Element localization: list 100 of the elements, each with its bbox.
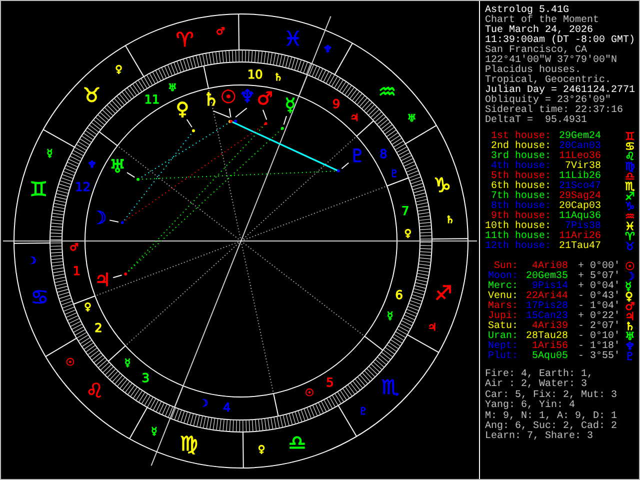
house-cusp: 7Pis38 xyxy=(564,222,601,232)
sign-glyph: ♎ xyxy=(625,172,635,182)
house-label: 6th house: xyxy=(490,182,551,192)
planet-speed: + 0°00' xyxy=(578,262,622,272)
zodiac-sign-glyph: ♋ xyxy=(30,285,49,310)
summary-line: Yang: 6, Yin: 4 xyxy=(485,401,576,412)
sign-glyph: ♌ xyxy=(625,152,635,162)
planet-glyph: ☿ xyxy=(625,282,632,292)
house-number: 12 xyxy=(75,180,91,194)
ruler-glyph: ♂ xyxy=(216,26,225,38)
ruler-glyph: ♅ xyxy=(168,83,178,94)
planet-glyph: ♅ xyxy=(110,156,126,178)
house-label: 10th house: xyxy=(485,222,551,232)
planet-glyph: ♆ xyxy=(625,342,635,352)
house-cusp: 11Lib26 xyxy=(558,172,601,182)
ruler-glyph: ♅ xyxy=(407,113,416,124)
ruler-glyph: ♇ xyxy=(358,406,368,418)
house-cusp: 20Cap03 xyxy=(558,202,601,212)
planet-speed: - 0°10' xyxy=(578,332,622,342)
summary-line: Fire: 4, Earth: 1, xyxy=(485,370,594,380)
planet-name: Satu: xyxy=(486,322,518,332)
sign-glyph: ♋ xyxy=(625,142,635,152)
ruler-glyph: ♀ xyxy=(115,64,122,76)
planet-glyph: ♆ xyxy=(239,86,256,108)
planet-glyph: ♃ xyxy=(94,270,111,292)
planet-glyph: ♇ xyxy=(625,352,635,362)
house-number: 2 xyxy=(94,321,102,336)
house-cusp: 21Sco47 xyxy=(558,182,601,192)
ruler-glyph: ☉ xyxy=(304,388,314,399)
position-dot xyxy=(136,178,140,181)
house-number: 4 xyxy=(223,400,231,414)
zodiac-sign-glyph: ♈ xyxy=(176,28,194,52)
planet-speed: - 0°43' xyxy=(578,292,622,302)
planet-glyph: ♄ xyxy=(625,322,635,332)
zodiac-sign-glyph: ♎ xyxy=(288,430,306,454)
summary-line: Air : 2, Water: 3 xyxy=(485,380,588,390)
house-cusp: 7Vir38 xyxy=(564,162,601,172)
planet-position: 22Ari44 xyxy=(524,292,568,302)
sign-glyph: ♐ xyxy=(625,192,635,202)
house-label: 8th house: xyxy=(490,202,551,212)
info-line: Obliquity = 23°26'09" xyxy=(485,96,612,106)
house-label: 9th house: xyxy=(490,212,551,222)
planet-glyph: ♀ xyxy=(625,292,634,302)
planet-position: 9Pis14 xyxy=(532,282,568,292)
planet-glyph: ♅ xyxy=(625,332,635,342)
ruler-glyph: ☿ xyxy=(46,148,53,160)
ruler-glyph: ☿ xyxy=(151,426,158,438)
planet-glyph: ♂ xyxy=(256,88,273,110)
planet-position: 17Pis28 xyxy=(524,302,568,312)
zodiac-sign-glyph: ♉ xyxy=(82,82,101,107)
planet-glyph: ☽ xyxy=(625,272,635,282)
ruler-glyph: ☿ xyxy=(124,358,131,370)
house-number: 10 xyxy=(248,68,263,82)
house-number: 1 xyxy=(72,264,81,278)
house-cusp: 21Tau47 xyxy=(558,242,601,252)
summary-line: M: 9, N: 1, A: 9, D: 1 xyxy=(485,412,618,422)
info-line: Astrolog 5.41G xyxy=(485,6,570,16)
planet-position: 4Ari08 xyxy=(532,262,568,272)
summary-line: Ang: 6, Suc: 2, Cad: 2 xyxy=(485,422,618,432)
ruler-glyph: ♇ xyxy=(390,169,399,180)
position-dot xyxy=(264,122,268,126)
ruler-glyph: ♆ xyxy=(323,44,332,56)
house-number: 6 xyxy=(395,288,403,302)
sign-glyph: ♒ xyxy=(625,212,635,222)
house-label: 7th house: xyxy=(490,192,551,202)
house-label: 12th house: xyxy=(485,242,551,252)
ruler-glyph: ♆ xyxy=(87,160,96,172)
planet-glyph: ☿ xyxy=(284,95,296,116)
planet-speed: - 1°04' xyxy=(578,302,622,312)
planet-glyph: ♀ xyxy=(176,98,190,120)
info-line: Tropical, Geocentric. xyxy=(485,76,612,86)
summary-line: Car: 5, Fix: 2, Mut: 3 xyxy=(485,390,618,401)
planet-name: Merc: xyxy=(486,282,518,292)
planet-glyph: ☉ xyxy=(625,262,635,272)
house-number: 5 xyxy=(326,375,334,390)
planet-glyph: ♄ xyxy=(203,90,220,111)
info-line: Tue March 24, 2026 xyxy=(485,26,594,36)
sign-glyph: ♏ xyxy=(625,182,635,192)
zodiac-sign-glyph: ♊ xyxy=(30,177,48,202)
ruler-glyph: ☿ xyxy=(386,310,394,322)
zodiac-sign-glyph: ♒ xyxy=(378,80,396,104)
zodiac-sign-glyph: ♐ xyxy=(434,280,452,305)
house-number: 11 xyxy=(144,92,160,107)
house-label: 5th house: xyxy=(490,172,551,182)
info-line: Chart of the Moment xyxy=(485,16,600,26)
sign-glyph: ♓ xyxy=(625,222,635,232)
ruler-glyph: ♃ xyxy=(350,112,359,124)
planet-position: 1Ari56 xyxy=(530,342,568,352)
house-cusp: 11Aqu36 xyxy=(558,212,601,222)
planet-name: Mars: xyxy=(486,302,518,312)
planet-glyph: ♃ xyxy=(625,312,635,322)
position-dot xyxy=(124,272,128,276)
planet-name: Uran: xyxy=(486,332,518,342)
house-label: 3rd house: xyxy=(490,152,551,162)
ruler-glyph: ♂ xyxy=(70,242,79,254)
house-number: 8 xyxy=(380,146,388,161)
ruler-glyph: ♀ xyxy=(84,302,92,313)
sign-glyph: ♈ xyxy=(625,232,635,242)
planet-position: 5Aqu05 xyxy=(530,352,568,362)
info-line: 122°41'00"W 37°79'00"N xyxy=(485,56,618,66)
